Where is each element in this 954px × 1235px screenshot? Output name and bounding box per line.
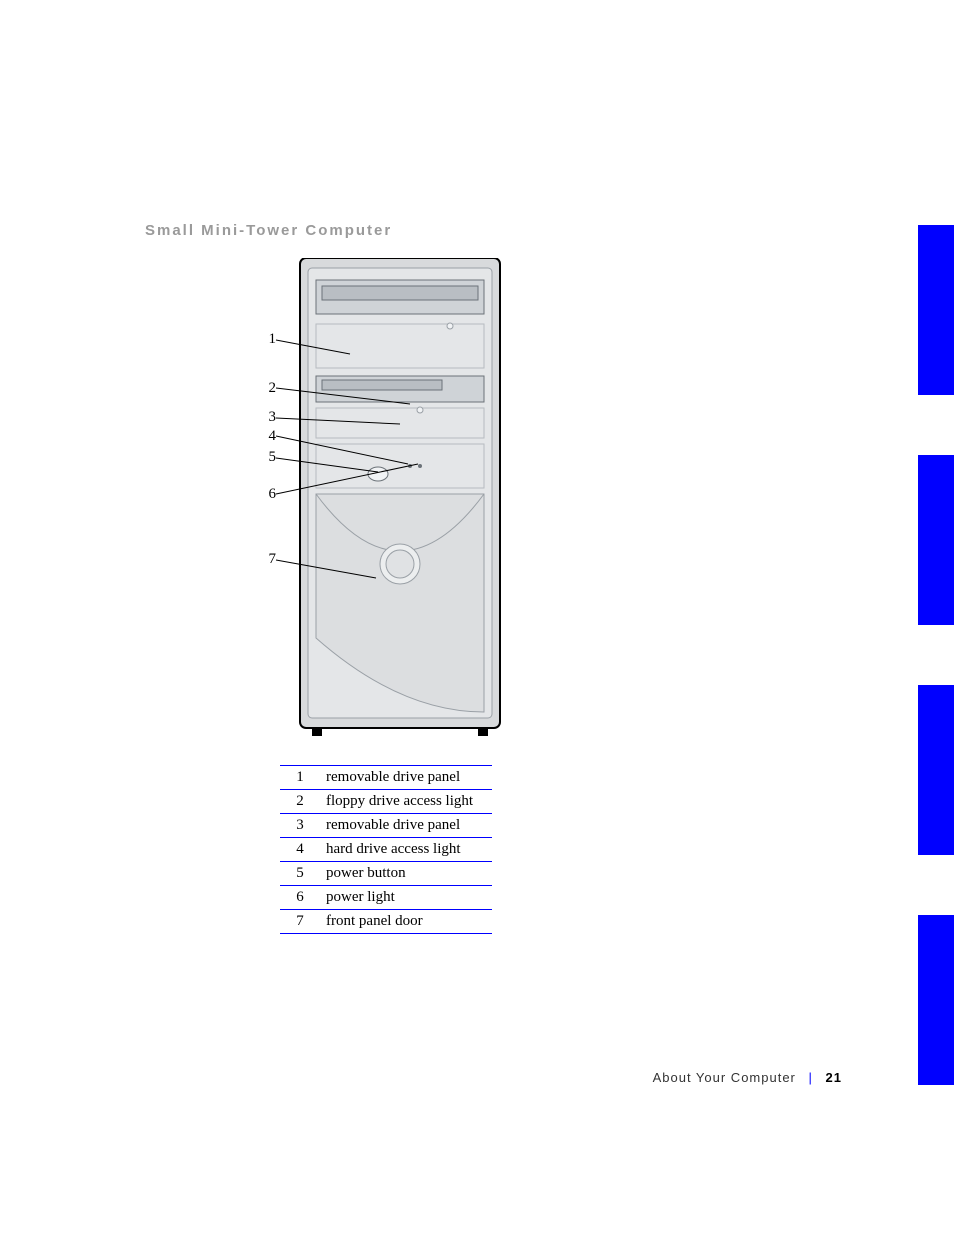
footer-separator: | — [809, 1070, 813, 1085]
legend-num: 2 — [280, 790, 320, 814]
side-tab — [918, 685, 954, 855]
side-tab — [918, 455, 954, 625]
footer-section: About Your Computer — [653, 1070, 796, 1085]
page-footer: About Your Computer | 21 — [653, 1070, 842, 1085]
callout-number: 4 — [256, 428, 276, 445]
legend-num: 5 — [280, 862, 320, 886]
table-row: 5power button — [280, 862, 492, 886]
callout-number: 1 — [256, 331, 276, 348]
legend-table: 1removable drive panel 2floppy drive acc… — [280, 765, 492, 934]
side-tab — [918, 225, 954, 395]
legend-label: power light — [320, 886, 492, 910]
callout-number: 3 — [256, 409, 276, 426]
callout-number: 6 — [256, 486, 276, 503]
legend-num: 6 — [280, 886, 320, 910]
legend-label: power button — [320, 862, 492, 886]
callout-number: 2 — [256, 380, 276, 397]
table-row: 7front panel door — [280, 910, 492, 934]
table-row: 4hard drive access light — [280, 838, 492, 862]
legend-label: hard drive access light — [320, 838, 492, 862]
table-row: 2floppy drive access light — [280, 790, 492, 814]
section-heading: Small Mini-Tower Computer — [145, 222, 392, 239]
legend-label: removable drive panel — [320, 814, 492, 838]
table-row: 6power light — [280, 886, 492, 910]
legend-label: front panel door — [320, 910, 492, 934]
table-row: 1removable drive panel — [280, 766, 492, 790]
legend-num: 1 — [280, 766, 320, 790]
legend-num: 7 — [280, 910, 320, 934]
callout-number: 5 — [256, 449, 276, 466]
side-tab — [918, 915, 954, 1085]
table-row: 3removable drive panel — [280, 814, 492, 838]
callout-number: 7 — [256, 551, 276, 568]
legend-num: 3 — [280, 814, 320, 838]
legend-label: removable drive panel — [320, 766, 492, 790]
legend-num: 4 — [280, 838, 320, 862]
page-number: 21 — [826, 1070, 842, 1085]
legend-label: floppy drive access light — [320, 790, 492, 814]
computer-figure — [260, 258, 520, 743]
